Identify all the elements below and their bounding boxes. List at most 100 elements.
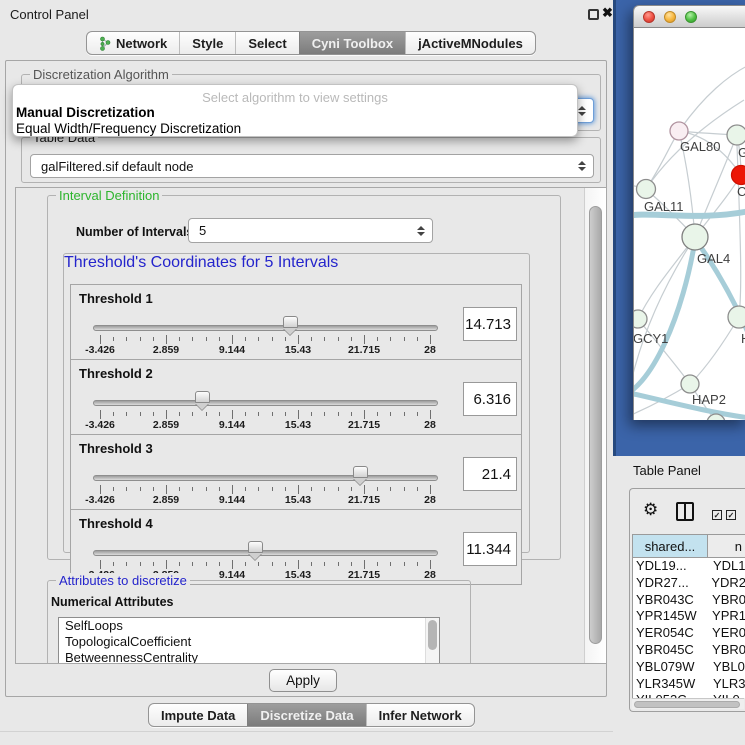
network-node[interactable] [637,180,656,199]
cell-shared-name: YBR045C [633,642,708,659]
cyni-mode-tab-bar: Impute Data Discretize DataInfer Network [148,703,475,727]
network-view-window[interactable]: GAL80GACGAL11GAL4GCY1HHAP2 [633,5,745,420]
columns-icon[interactable] [676,502,694,521]
table-row[interactable]: YBR045CYBR0 [633,642,745,659]
list-scrollbar-thumb[interactable] [428,620,437,650]
network-edge [679,65,745,131]
numerical-attributes-list[interactable]: SelfLoopsTopologicalCoefficientBetweenne… [58,617,440,664]
threshold-value-input[interactable] [463,532,517,566]
tab-jactivemnodules[interactable]: jActiveMNodules [405,32,535,54]
threshold-value-input[interactable] [463,307,517,341]
attribute-item[interactable]: TopologicalCoefficient [59,634,439,650]
zoom-traffic-light-icon[interactable] [685,11,697,23]
network-node[interactable] [732,166,745,185]
network-thick-edge [633,390,745,418]
table-row[interactable]: YER054CYER0 [633,625,745,642]
network-node[interactable] [681,375,699,393]
network-node-label: GA [738,145,745,160]
threshold-label: Threshold 2 [79,366,153,381]
tab-label: Impute Data [161,708,235,723]
close-icon[interactable]: ✖ [602,5,613,21]
table-data-group: Table Data galFiltered.sif default node [21,137,601,183]
cell-shared-name: YER054C [633,625,708,642]
cell-shared-name: YDL19... [633,558,709,575]
vertical-scrollbar[interactable] [584,188,606,663]
number-of-intervals-combo[interactable]: 5 [188,218,433,243]
control-panel: Control Panel ✖ Network Style Select Cyni T… [0,0,613,745]
slider-track[interactable] [93,475,438,481]
tab-cyni-toolbox[interactable]: Cyni Toolbox [299,32,405,54]
tab-label: Network [116,36,167,51]
network-node-label: GCY1 [633,331,668,346]
vertical-scrollbar-thumb[interactable] [589,206,602,644]
slider-track[interactable] [93,550,438,556]
thresholds-group-label: Threshold's Coordinates for 5 Intervals [64,254,338,271]
network-node[interactable] [633,310,647,328]
network-node-label: GAL80 [680,139,720,154]
tab-infer-network[interactable]: Infer Network [366,704,474,726]
slider-track[interactable] [93,325,438,331]
table-row[interactable]: YBR043CYBR0 [633,592,745,609]
control-panel-titlebar: Control Panel ✖ [0,0,613,28]
network-node[interactable] [727,125,745,145]
cell-shared-name: YLR345W [633,676,709,693]
slider-thumb[interactable] [195,391,210,403]
table-row[interactable]: YDL19...YDL1 [633,558,745,575]
cell-name: YER0 [708,625,745,642]
checkbox-icon[interactable]: ✓ [712,510,722,520]
table-row[interactable]: YLR345WYLR3 [633,676,745,693]
horizontal-scrollbar[interactable] [632,698,744,709]
attribute-item[interactable]: SelfLoops [59,618,439,634]
slider-tick-labels: -3.4262.8599.14415.4321.71528 [100,494,430,506]
tab-discretize-data[interactable]: Discretize Data [247,704,365,726]
table-row[interactable]: YBL079WYBL0 [633,659,745,676]
network-node-label: GAL11 [644,199,684,214]
tab-impute-data[interactable]: Impute Data [149,704,247,726]
column-header-name[interactable]: n [708,534,745,558]
tab-label: Select [248,36,286,51]
algorithm-option[interactable]: Equal Width/Frequency Discretization [13,121,577,137]
slider-thumb[interactable] [353,466,368,478]
minimize-traffic-light-icon[interactable] [664,11,676,23]
cell-name: YDL1 [709,558,745,575]
table-data-combo[interactable]: galFiltered.sif default node [30,154,594,178]
network-node[interactable] [670,122,688,140]
network-graph: GAL80GACGAL11GAL4GCY1HHAP2 [633,28,745,420]
network-node-label: GAL4 [697,251,730,266]
tab-style[interactable]: Style [179,32,235,54]
network-node[interactable] [682,224,708,250]
close-traffic-light-icon[interactable] [643,11,655,23]
apply-button[interactable]: Apply [269,669,337,692]
cell-name: YBR0 [708,642,745,659]
slider-tick-labels: -3.4262.8599.14415.4321.71528 [100,344,430,356]
toolbox-tab-bar: Network Style Select Cyni ToolboxjActiveMNo… [86,31,536,55]
combo-arrows-icon [578,161,586,171]
horizontal-scrollbar-thumb[interactable] [634,701,740,708]
tab-select[interactable]: Select [235,32,298,54]
checkbox-icon[interactable]: ✓ [726,510,736,520]
algorithm-option[interactable]: Manual Discretization [13,105,577,121]
network-window-titlebar[interactable] [633,5,745,28]
interval-group-label: Interval Definition [56,188,162,203]
cell-name: YBL0 [709,659,745,676]
threshold-value-input[interactable] [463,382,517,416]
table-row[interactable]: YPR145WYPR1 [633,608,745,625]
list-scrollbar[interactable] [425,618,439,664]
gear-icon[interactable]: ⚙ [643,500,658,520]
threshold-value-input[interactable] [463,457,517,491]
number-of-intervals-label: Number of Intervals [76,225,193,239]
table-panel: ⚙ ✓ ✓ shared... n YDL19...YDL1YDR27...YD… [629,488,745,712]
column-header-shared[interactable]: shared... [632,534,708,558]
node-table: shared... n YDL19...YDL1YDR27...YDR2YBR0… [632,534,745,698]
network-canvas[interactable]: GAL80GACGAL11GAL4GCY1HHAP2 [633,28,745,420]
cell-name: YBR0 [708,592,745,609]
number-of-intervals-value: 5 [189,223,432,238]
float-window-icon[interactable] [588,9,599,20]
network-node[interactable] [728,306,745,328]
attribute-item[interactable]: BetweennessCentrality [59,650,439,664]
slider-thumb[interactable] [248,541,263,553]
tab-network[interactable]: Network [87,32,179,54]
slider-track[interactable] [93,400,438,406]
table-row[interactable]: YDR27...YDR2 [633,575,745,592]
slider-thumb[interactable] [283,316,298,328]
